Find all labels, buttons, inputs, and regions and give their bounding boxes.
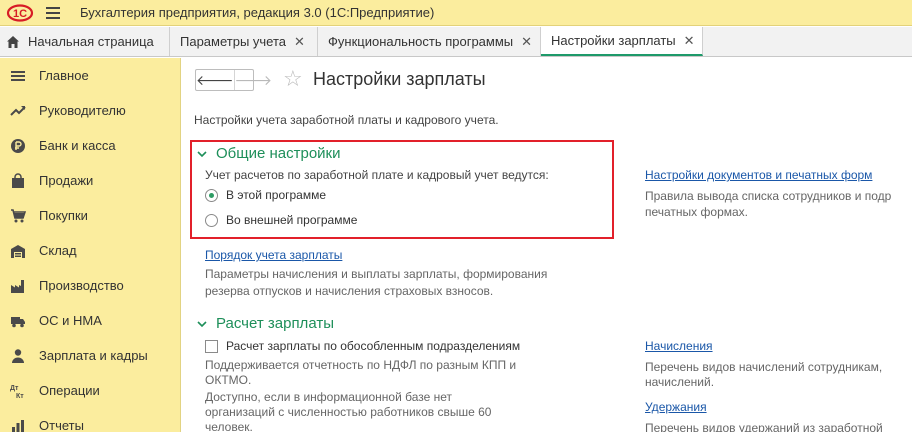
- dt-kt-icon: Дт Кт: [10, 383, 26, 399]
- report-icon: [10, 418, 26, 432]
- sidebar-item-salary-hr[interactable]: Зарплата и кадры: [0, 338, 180, 373]
- payroll-desc-line-2: ОКТМО.: [205, 373, 252, 387]
- sidebar-item-label: Руководителю: [39, 103, 126, 118]
- deductions-desc-line-1: Перечень видов удержаний из заработной: [645, 421, 883, 432]
- sidebar-item-bank[interactable]: Банк и касса: [0, 128, 180, 163]
- doc-print-desc-line-1: Правила вывода списка сотрудников и подр: [645, 189, 892, 203]
- bag-icon: [10, 172, 26, 189]
- hamburger-icon: [10, 68, 26, 84]
- forward-button[interactable]: 🡒: [235, 70, 273, 90]
- group-general-settings[interactable]: Общие настройки: [196, 145, 341, 162]
- group-payroll[interactable]: Расчет зарплаты: [196, 315, 334, 332]
- content-area: 🡐 🡒 ☆ Настройки зарплаты Настройки учета…: [182, 58, 912, 432]
- sidebar-item-operations[interactable]: Дт Кт Операции: [0, 373, 180, 408]
- sidebar-item-label: Зарплата и кадры: [39, 348, 148, 363]
- accruals-desc-line-1: Перечень видов начислений сотрудникам,: [645, 360, 883, 374]
- sidebar-item-label: Главное: [39, 68, 89, 83]
- sidebar: Главное Руководителю Банк и касса Продаж…: [0, 58, 181, 432]
- sidebar-item-label: Операции: [39, 383, 100, 398]
- accounting-question: Учет расчетов по заработной плате и кадр…: [205, 168, 549, 182]
- tab-functionality[interactable]: Функциональность программы ✕: [318, 27, 541, 56]
- person-icon: [10, 348, 26, 364]
- chevron-down-icon: [197, 320, 207, 327]
- payroll-desc-line-3: Доступно, если в информационной базе нет: [205, 390, 453, 404]
- checkbox-separate-divisions[interactable]: Расчет зарплаты по обособленным подразде…: [205, 339, 520, 353]
- sidebar-item-reports[interactable]: Отчеты: [0, 408, 180, 432]
- 1c-logo: 1С: [6, 3, 34, 22]
- app-title: Бухгалтерия предприятия, редакция 3.0 (1…: [80, 5, 435, 20]
- order-desc-line-2: резерва отпусков и начисления страховых …: [205, 284, 494, 298]
- warehouse-icon: [10, 243, 26, 259]
- sidebar-item-assets[interactable]: ОС и НМА: [0, 303, 180, 338]
- factory-icon: [10, 278, 26, 294]
- checkbox-label: Расчет зарплаты по обособленным подразде…: [226, 339, 521, 353]
- tab-label: Начальная страница: [28, 34, 154, 49]
- tab-label: Настройки зарплаты: [551, 33, 676, 48]
- dt-text: Дт: [10, 385, 19, 392]
- nav-buttons: 🡐 🡒: [195, 69, 272, 91]
- sidebar-item-label: Отчеты: [39, 418, 84, 432]
- sidebar-item-label: Покупки: [39, 208, 88, 223]
- radio-external-program[interactable]: Во внешней программе: [205, 213, 357, 227]
- trend-icon: [10, 103, 26, 119]
- close-icon[interactable]: ✕: [294, 34, 305, 50]
- sidebar-item-label: Склад: [39, 243, 77, 258]
- payroll-desc-line-5: человек.: [205, 420, 253, 432]
- tab-salary-settings[interactable]: Настройки зарплаты ✕: [541, 27, 703, 56]
- page-title: Настройки зарплаты: [313, 69, 486, 89]
- sidebar-item-label: Банк и касса: [39, 138, 116, 153]
- sidebar-item-purchases[interactable]: Покупки: [0, 198, 180, 233]
- checkbox-indicator: [205, 339, 218, 353]
- home-icon: [7, 35, 19, 48]
- tab-home[interactable]: Начальная страница: [0, 27, 170, 56]
- main-menu-icon[interactable]: [46, 6, 60, 19]
- sidebar-item-label: ОС и НМА: [39, 313, 102, 328]
- doc-print-desc-line-2: печатных формах.: [645, 205, 748, 219]
- close-icon[interactable]: ✕: [684, 33, 695, 49]
- tabs-bar: Начальная страница Параметры учета ✕ Фун…: [0, 27, 912, 57]
- title-bar: 1С Бухгалтерия предприятия, редакция 3.0…: [0, 0, 912, 26]
- radio-this-program[interactable]: В этой программе: [205, 188, 326, 202]
- sidebar-item-label: Продажи: [39, 173, 94, 188]
- logo-text: 1С: [13, 8, 27, 20]
- salary-accounting-order-link[interactable]: Порядок учета зарплаты: [205, 248, 342, 262]
- chevron-down-icon: [197, 150, 207, 157]
- favorite-star-icon[interactable]: ☆: [283, 67, 303, 91]
- ruble-icon: [10, 138, 26, 154]
- truck-icon: [10, 313, 26, 329]
- payroll-desc-line-1: Поддерживается отчетность по НДФЛ по раз…: [205, 358, 517, 372]
- cart-icon: [10, 208, 26, 224]
- tab-accounting-params[interactable]: Параметры учета ✕: [170, 27, 318, 56]
- radio-indicator: [205, 213, 218, 227]
- group-title: Общие настройки: [216, 145, 341, 162]
- sidebar-item-manager[interactable]: Руководителю: [0, 93, 180, 128]
- radio-indicator: [205, 188, 218, 202]
- sidebar-item-label: Производство: [39, 278, 124, 293]
- sidebar-item-production[interactable]: Производство: [0, 268, 180, 303]
- deductions-link[interactable]: Удержания: [645, 400, 707, 414]
- order-desc-line-1: Параметры начисления и выплаты зарплаты,…: [205, 267, 548, 281]
- page-subtitle: Настройки учета заработной платы и кадро…: [194, 113, 499, 127]
- sidebar-item-main[interactable]: Главное: [0, 58, 180, 93]
- tab-label: Функциональность программы: [328, 34, 514, 49]
- doc-print-settings-link[interactable]: Настройки документов и печатных форм: [645, 168, 872, 182]
- accruals-link[interactable]: Начисления: [645, 339, 713, 353]
- payroll-desc-line-4: организаций с численностью работников св…: [205, 405, 492, 419]
- group-title: Расчет зарплаты: [216, 315, 334, 332]
- accruals-desc-line-2: начислений.: [645, 375, 715, 389]
- radio-label: Во внешней программе: [226, 213, 358, 227]
- sidebar-item-sales[interactable]: Продажи: [0, 163, 180, 198]
- sidebar-item-warehouse[interactable]: Склад: [0, 233, 180, 268]
- back-button[interactable]: 🡐: [196, 70, 235, 90]
- close-icon[interactable]: ✕: [521, 34, 532, 50]
- radio-label: В этой программе: [226, 188, 327, 202]
- kt-text: Кт: [16, 393, 24, 399]
- tab-label: Параметры учета: [180, 34, 287, 49]
